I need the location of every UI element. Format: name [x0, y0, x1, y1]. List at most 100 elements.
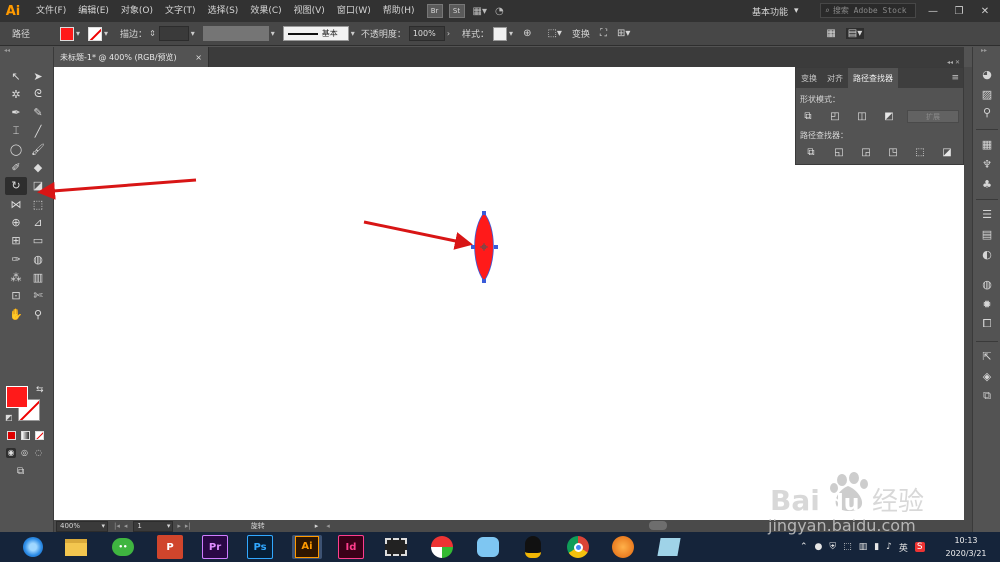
- minimize-icon[interactable]: —: [920, 0, 946, 22]
- brush-definition[interactable]: 基本: [282, 26, 349, 41]
- stroke-weight-input[interactable]: [158, 26, 189, 41]
- fill-swatch[interactable]: [60, 26, 75, 41]
- first-artboard-icon[interactable]: |◂: [114, 522, 120, 530]
- mesh-tool-icon[interactable]: ⊞: [5, 232, 27, 250]
- close-icon[interactable]: ×: [195, 53, 202, 62]
- minus-back-icon[interactable]: ◪: [941, 147, 953, 158]
- free-transform-tool-icon[interactable]: ⬚: [27, 195, 49, 213]
- input-tray-icon[interactable]: ⬚: [843, 542, 852, 552]
- chevron-down-icon[interactable]: ▾: [509, 29, 513, 38]
- symbol-sprayer-tool-icon[interactable]: ⁂: [5, 268, 27, 286]
- draw-normal-icon[interactable]: ◉: [6, 448, 16, 458]
- graphic-style-swatch[interactable]: [493, 26, 508, 41]
- shaper-tool-icon[interactable]: ✐: [5, 158, 27, 176]
- last-artboard-icon[interactable]: ▸|: [185, 522, 191, 530]
- menu-window[interactable]: 窗口(W): [331, 0, 377, 22]
- chevron-down-icon[interactable]: ▾: [104, 29, 108, 38]
- minus-front-icon[interactable]: ◰: [829, 111, 841, 122]
- taskbar-app-notebook-icon[interactable]: [656, 535, 682, 559]
- divide-icon[interactable]: ⧉: [805, 147, 817, 158]
- stock-search-input[interactable]: ⌕ 搜索 Adobe Stock: [820, 3, 916, 18]
- restore-icon[interactable]: ❐: [946, 0, 972, 22]
- unite-icon[interactable]: ⧉: [802, 111, 814, 122]
- tab-align[interactable]: 对齐: [822, 68, 848, 88]
- fill-color-box[interactable]: [6, 386, 28, 408]
- color-mode-icon[interactable]: [7, 431, 16, 440]
- trim-icon[interactable]: ◱: [833, 147, 845, 158]
- taskbar-app-file-explorer-icon[interactable]: [63, 535, 89, 559]
- type-tool-icon[interactable]: ⌶: [5, 122, 27, 140]
- perspective-grid-tool-icon[interactable]: ⊿: [27, 213, 49, 231]
- menu-object[interactable]: 对象(O): [115, 0, 159, 22]
- default-fill-stroke-icon[interactable]: ◩: [5, 413, 13, 422]
- anchor-point-top[interactable]: [482, 211, 486, 215]
- chevron-down-icon[interactable]: ▾: [191, 29, 195, 38]
- variable-width-profile[interactable]: [202, 26, 269, 41]
- export-panel-icon[interactable]: ⇱: [979, 349, 995, 363]
- document-tab[interactable]: 未标题-1* @ 400% (RGB/预览) ×: [54, 47, 209, 67]
- status-menu-icon[interactable]: ▸: [315, 522, 319, 530]
- width-tool-icon[interactable]: ⋈: [5, 195, 27, 213]
- taskbar-app-cloud-icon[interactable]: [475, 535, 501, 559]
- swatches-panel-icon[interactable]: ⚲: [979, 105, 995, 119]
- color-guide-icon[interactable]: ▨: [979, 87, 995, 101]
- bridge-button[interactable]: Br: [426, 4, 443, 18]
- ellipse-tool-icon[interactable]: ◯: [5, 140, 27, 158]
- menu-file[interactable]: 文件(F): [30, 0, 72, 22]
- links-panel-icon[interactable]: ⧉: [979, 389, 995, 403]
- stroke-panel-icon[interactable]: ☰: [979, 207, 995, 221]
- next-artboard-icon[interactable]: ▸: [177, 522, 181, 530]
- panel-collapse-bar[interactable]: ◂◂ ✕: [795, 59, 964, 67]
- exclude-icon[interactable]: ◩: [883, 111, 895, 122]
- menu-select[interactable]: 选择(S): [202, 0, 245, 22]
- symbols-panel-icon[interactable]: ♣: [979, 177, 995, 191]
- menu-view[interactable]: 视图(V): [288, 0, 331, 22]
- draw-behind-icon[interactable]: ◎: [21, 448, 28, 457]
- zoom-level-input[interactable]: 400% ▾: [56, 520, 108, 532]
- taskbar-app-chrome-icon[interactable]: [565, 535, 591, 559]
- appearance-panel-icon[interactable]: ◍: [979, 277, 995, 291]
- close-icon[interactable]: ✕: [972, 0, 998, 22]
- expand-button[interactable]: 扩展: [907, 110, 959, 123]
- menu-type[interactable]: 文字(T): [159, 0, 202, 22]
- transform-link[interactable]: 变换: [572, 27, 590, 40]
- taskbar-app-video-player-icon[interactable]: [383, 535, 409, 559]
- arrange-icon[interactable]: ⊞▾: [617, 28, 630, 39]
- stroke-swatch[interactable]: [88, 26, 103, 41]
- chevron-down-icon[interactable]: ▾: [271, 29, 275, 38]
- tab-transform[interactable]: 变换: [796, 68, 822, 88]
- shape-builder-tool-icon[interactable]: ⊕: [5, 213, 27, 231]
- transparency-panel-icon[interactable]: ◐: [979, 247, 995, 261]
- sogou-input-icon[interactable]: S: [914, 542, 925, 552]
- taskbar-app-browser-360-icon[interactable]: [20, 535, 46, 559]
- line-tool-icon[interactable]: ╱: [27, 122, 49, 140]
- brushes-panel-icon[interactable]: ♆: [979, 157, 995, 171]
- magic-wand-tool-icon[interactable]: ✲: [5, 85, 27, 103]
- eraser-tool-icon[interactable]: ◆: [27, 158, 49, 176]
- anchor-point-bottom[interactable]: [482, 279, 486, 283]
- graphic-styles-icon[interactable]: ✹: [979, 297, 995, 311]
- gradient-panel-icon[interactable]: ▤: [979, 227, 995, 241]
- gradient-tool-icon[interactable]: ▭: [27, 232, 49, 250]
- layers-panel-icon[interactable]: ◈: [979, 369, 995, 383]
- vertical-scrollbar[interactable]: [964, 67, 972, 520]
- menu-effect[interactable]: 效果(C): [244, 0, 287, 22]
- rotate-tool-icon[interactable]: ↻: [5, 176, 27, 196]
- screen-mode-icon[interactable]: ⧉: [17, 466, 24, 477]
- artboard-tool-icon[interactable]: ⊡: [5, 287, 27, 305]
- pen-tool-icon[interactable]: ✒: [5, 104, 27, 122]
- menu-help[interactable]: 帮助(H): [377, 0, 421, 22]
- taskbar-app-premiere-icon[interactable]: Pr: [202, 535, 228, 559]
- network-icon[interactable]: ▮: [874, 542, 879, 552]
- none-mode-icon[interactable]: [35, 431, 44, 440]
- taskbar-app-photoshop-icon[interactable]: Ps: [247, 535, 273, 559]
- eyedropper-tool-icon[interactable]: ✑: [5, 250, 27, 268]
- taskbar-app-indesign-icon[interactable]: Id: [338, 535, 364, 559]
- paintbrush-tool-icon[interactable]: 🖌: [27, 140, 49, 158]
- scale-tool-icon[interactable]: ◪: [27, 177, 49, 195]
- recolor-artwork-icon[interactable]: ⊕: [523, 28, 531, 39]
- intersect-icon[interactable]: ◫: [856, 111, 868, 122]
- arrange-documents-icon[interactable]: ▦▾: [473, 6, 487, 17]
- taskbar-app-illustrator-icon[interactable]: Ai: [292, 535, 322, 559]
- column-graph-tool-icon[interactable]: ▥: [27, 268, 49, 286]
